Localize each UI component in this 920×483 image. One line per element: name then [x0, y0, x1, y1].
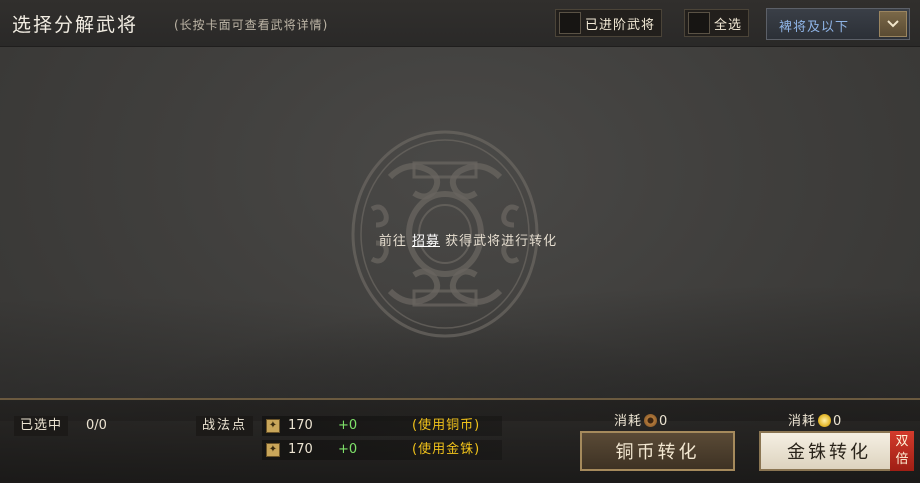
- checkbox-box[interactable]: [688, 12, 710, 34]
- checkbox-box[interactable]: [559, 12, 581, 34]
- points-note: (使用金铢): [412, 442, 481, 457]
- copper-convert-button[interactable]: 铜币转化: [580, 431, 735, 471]
- battle-points-icon: ✦: [266, 419, 280, 433]
- points-value: 170: [288, 442, 313, 457]
- points-row-copper: ✦ 170 +0 (使用铜币): [262, 416, 502, 436]
- copper-coin-icon: [644, 414, 658, 427]
- header-bar: 选择分解武将 (长按卡面可查看武将详情) 已进阶武将 全选 裨将及以下: [0, 0, 920, 47]
- empty-suffix: 获得武将进行转化: [440, 234, 558, 249]
- gold-coin-icon: [818, 414, 832, 427]
- cost-label: 消耗: [614, 414, 643, 429]
- copper-cost-value: 0: [659, 414, 669, 429]
- points-gain: +0: [338, 442, 358, 457]
- battle-points-icon: ✦: [266, 443, 280, 457]
- page-subtitle: (长按卡面可查看武将详情): [174, 18, 329, 32]
- advanced-generals-label: 已进阶武将: [585, 17, 656, 33]
- quality-filter-dropdown[interactable]: 裨将及以下: [766, 8, 910, 40]
- recruit-link[interactable]: 招募: [412, 234, 440, 249]
- advanced-generals-checkbox[interactable]: 已进阶武将: [555, 9, 663, 37]
- selected-count: 0/0: [86, 418, 107, 433]
- selected-label: 已选中: [14, 416, 69, 436]
- points-gain: +0: [338, 418, 358, 433]
- select-all-label: 全选: [714, 17, 743, 33]
- gold-cost-value: 0: [833, 414, 843, 429]
- points-row-gold: ✦ 170 +0 (使用金铢): [262, 440, 502, 460]
- empty-state-message: 前往 招募 获得武将进行转化: [0, 230, 920, 249]
- copper-cost: 消耗 0: [614, 410, 668, 429]
- double-badge: 双倍: [890, 431, 914, 471]
- cost-label: 消耗: [788, 414, 817, 429]
- chevron-down-icon[interactable]: [879, 11, 907, 37]
- points-note: (使用铜币): [412, 418, 481, 433]
- empty-prefix: 前往: [378, 234, 412, 249]
- gold-cost: 消耗 0: [788, 410, 842, 429]
- page-title: 选择分解武将: [12, 14, 139, 36]
- quality-filter-value: 裨将及以下: [779, 20, 850, 35]
- battle-points-label: 战法点: [196, 416, 254, 436]
- select-all-checkbox[interactable]: 全选: [684, 9, 750, 37]
- points-value: 170: [288, 418, 313, 433]
